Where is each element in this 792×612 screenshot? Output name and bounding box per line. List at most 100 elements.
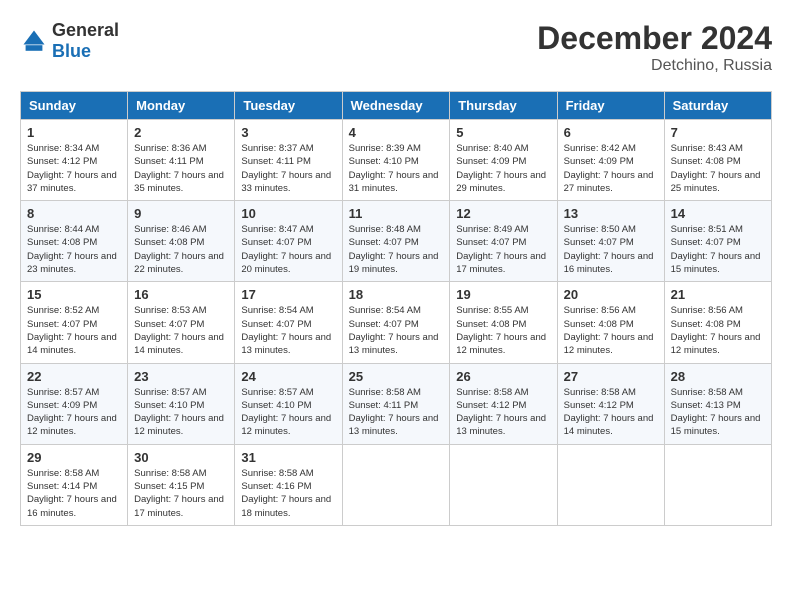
day-info: Sunrise: 8:51 AMSunset: 4:07 PMDaylight:… (671, 223, 765, 276)
calendar-cell (342, 444, 450, 525)
logo-blue: Blue (52, 41, 91, 61)
calendar-cell: 12Sunrise: 8:49 AMSunset: 4:07 PMDayligh… (450, 201, 557, 282)
calendar-week-row: 29 Sunrise: 8:58 AMSunset: 4:14 PMDayligh… (21, 444, 772, 525)
day-info: Sunrise: 8:56 AMSunset: 4:08 PMDaylight:… (564, 304, 658, 357)
calendar-cell: 4 Sunrise: 8:39 AMSunset: 4:10 PMDaylight… (342, 120, 450, 201)
day-number: 2 (134, 125, 228, 140)
calendar-cell: 11 Sunrise: 8:48 AMSunset: 4:07 PMDayligh… (342, 201, 450, 282)
calendar-cell: 19 Sunrise: 8:55 AMSunset: 4:08 PMDayligh… (450, 282, 557, 363)
calendar-cell: 6Sunrise: 8:42 AMSunset: 4:09 PMDaylight… (557, 120, 664, 201)
calendar-cell: 26Sunrise: 8:58 AMSunset: 4:12 PMDayligh… (450, 363, 557, 444)
day-info: Sunrise: 8:58 AMSunset: 4:11 PMDaylight:… (349, 386, 444, 439)
day-number: 31 (241, 450, 335, 465)
day-info: Sunrise: 8:58 AMSunset: 4:14 PMDaylight:… (27, 467, 121, 520)
logo-icon (20, 27, 48, 55)
calendar-cell: 23Sunrise: 8:57 AMSunset: 4:10 PMDayligh… (128, 363, 235, 444)
calendar-cell (664, 444, 771, 525)
day-number: 8 (27, 206, 121, 221)
day-number: 20 (564, 287, 658, 302)
day-info: Sunrise: 8:58 AMSunset: 4:13 PMDaylight:… (671, 386, 765, 439)
day-info: Sunrise: 8:46 AMSunset: 4:08 PMDaylight:… (134, 223, 228, 276)
location: Detchino, Russia (537, 57, 772, 75)
day-info: Sunrise: 8:55 AMSunset: 4:08 PMDaylight:… (456, 304, 550, 357)
calendar-cell: 28 Sunrise: 8:58 AMSunset: 4:13 PMDayligh… (664, 363, 771, 444)
day-number: 5 (456, 125, 550, 140)
day-number: 19 (456, 287, 550, 302)
calendar-cell: 20 Sunrise: 8:56 AMSunset: 4:08 PMDayligh… (557, 282, 664, 363)
day-number: 12 (456, 206, 550, 221)
calendar-cell: 16 Sunrise: 8:53 AMSunset: 4:07 PMDayligh… (128, 282, 235, 363)
day-number: 3 (241, 125, 335, 140)
calendar-cell: 10 Sunrise: 8:47 AMSunset: 4:07 PMDayligh… (235, 201, 342, 282)
calendar-cell: 17Sunrise: 8:54 AMSunset: 4:07 PMDayligh… (235, 282, 342, 363)
day-number: 17 (241, 287, 335, 302)
col-header-thursday: Thursday (450, 92, 557, 120)
day-info: Sunrise: 8:47 AMSunset: 4:07 PMDaylight:… (241, 223, 335, 276)
day-info: Sunrise: 8:43 AMSunset: 4:08 PMDaylight:… (671, 142, 765, 195)
day-number: 4 (349, 125, 444, 140)
day-number: 28 (671, 369, 765, 384)
day-number: 9 (134, 206, 228, 221)
col-header-wednesday: Wednesday (342, 92, 450, 120)
calendar-cell: 21 Sunrise: 8:56 AMSunset: 4:08 PMDayligh… (664, 282, 771, 363)
calendar-cell: 30Sunrise: 8:58 AMSunset: 4:15 PMDayligh… (128, 444, 235, 525)
calendar-table: SundayMondayTuesdayWednesdayThursdayFrid… (20, 91, 772, 526)
day-info: Sunrise: 8:54 AMSunset: 4:07 PMDaylight:… (349, 304, 444, 357)
day-info: Sunrise: 8:58 AMSunset: 4:12 PMDaylight:… (564, 386, 658, 439)
calendar-week-row: 22 Sunrise: 8:57 AMSunset: 4:09 PMDayligh… (21, 363, 772, 444)
day-info: Sunrise: 8:34 AMSunset: 4:12 PMDaylight:… (27, 142, 121, 195)
day-number: 18 (349, 287, 444, 302)
title-area: December 2024 Detchino, Russia (537, 20, 772, 75)
day-number: 22 (27, 369, 121, 384)
col-header-tuesday: Tuesday (235, 92, 342, 120)
day-number: 21 (671, 287, 765, 302)
day-number: 13 (564, 206, 658, 221)
day-info: Sunrise: 8:48 AMSunset: 4:07 PMDaylight:… (349, 223, 444, 276)
calendar-cell: 15 Sunrise: 8:52 AMSunset: 4:07 PMDayligh… (21, 282, 128, 363)
day-info: Sunrise: 8:37 AMSunset: 4:11 PMDaylight:… (241, 142, 335, 195)
calendar-cell: 13Sunrise: 8:50 AMSunset: 4:07 PMDayligh… (557, 201, 664, 282)
col-header-saturday: Saturday (664, 92, 771, 120)
day-number: 25 (349, 369, 444, 384)
day-number: 6 (564, 125, 658, 140)
calendar-cell: 1 Sunrise: 8:34 AMSunset: 4:12 PMDaylight… (21, 120, 128, 201)
day-number: 24 (241, 369, 335, 384)
day-info: Sunrise: 8:57 AMSunset: 4:09 PMDaylight:… (27, 386, 121, 439)
day-info: Sunrise: 8:56 AMSunset: 4:08 PMDaylight:… (671, 304, 765, 357)
calendar-cell: 3 Sunrise: 8:37 AMSunset: 4:11 PMDaylight… (235, 120, 342, 201)
day-number: 7 (671, 125, 765, 140)
calendar-cell (450, 444, 557, 525)
month-title: December 2024 (537, 20, 772, 57)
col-header-monday: Monday (128, 92, 235, 120)
calendar-cell: 27 Sunrise: 8:58 AMSunset: 4:12 PMDayligh… (557, 363, 664, 444)
calendar-cell: 25 Sunrise: 8:58 AMSunset: 4:11 PMDayligh… (342, 363, 450, 444)
day-number: 10 (241, 206, 335, 221)
day-number: 1 (27, 125, 121, 140)
logo-general: General (52, 20, 119, 40)
day-info: Sunrise: 8:53 AMSunset: 4:07 PMDaylight:… (134, 304, 228, 357)
day-info: Sunrise: 8:52 AMSunset: 4:07 PMDaylight:… (27, 304, 121, 357)
logo: General Blue (20, 20, 119, 62)
calendar-cell: 24 Sunrise: 8:57 AMSunset: 4:10 PMDayligh… (235, 363, 342, 444)
day-number: 27 (564, 369, 658, 384)
calendar-cell: 14Sunrise: 8:51 AMSunset: 4:07 PMDayligh… (664, 201, 771, 282)
calendar-week-row: 15 Sunrise: 8:52 AMSunset: 4:07 PMDayligh… (21, 282, 772, 363)
page-header: General Blue December 2024 Detchino, Rus… (20, 20, 772, 75)
day-info: Sunrise: 8:44 AMSunset: 4:08 PMDaylight:… (27, 223, 121, 276)
day-number: 26 (456, 369, 550, 384)
day-number: 11 (349, 206, 444, 221)
day-info: Sunrise: 8:58 AMSunset: 4:15 PMDaylight:… (134, 467, 228, 520)
day-number: 15 (27, 287, 121, 302)
day-number: 29 (27, 450, 121, 465)
col-header-friday: Friday (557, 92, 664, 120)
day-info: Sunrise: 8:57 AMSunset: 4:10 PMDaylight:… (134, 386, 228, 439)
calendar-cell: 8 Sunrise: 8:44 AMSunset: 4:08 PMDaylight… (21, 201, 128, 282)
day-number: 16 (134, 287, 228, 302)
col-header-sunday: Sunday (21, 92, 128, 120)
day-info: Sunrise: 8:57 AMSunset: 4:10 PMDaylight:… (241, 386, 335, 439)
calendar-cell: 31Sunrise: 8:58 AMSunset: 4:16 PMDayligh… (235, 444, 342, 525)
logo-text: General Blue (52, 20, 119, 62)
calendar-week-row: 1 Sunrise: 8:34 AMSunset: 4:12 PMDaylight… (21, 120, 772, 201)
day-info: Sunrise: 8:39 AMSunset: 4:10 PMDaylight:… (349, 142, 444, 195)
calendar-cell: 5Sunrise: 8:40 AMSunset: 4:09 PMDaylight… (450, 120, 557, 201)
